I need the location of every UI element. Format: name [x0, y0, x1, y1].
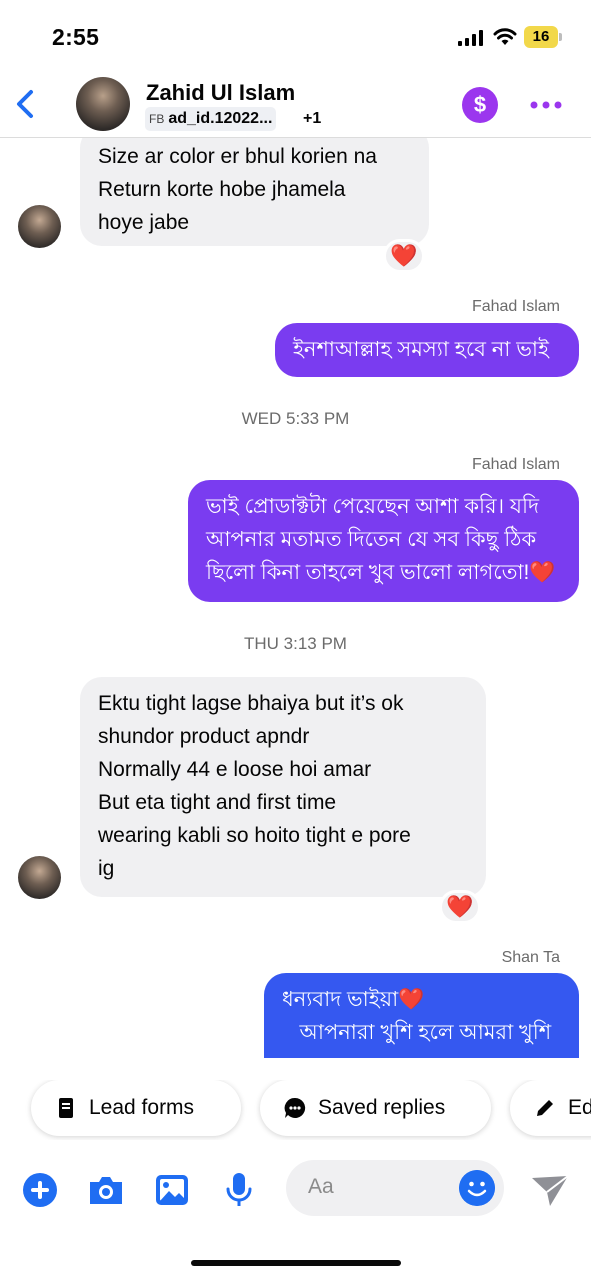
message-line: hoye jabe: [98, 211, 190, 234]
contact-avatar[interactable]: [76, 77, 130, 131]
message-line: Return korte hobe jhamela: [98, 178, 346, 201]
extra-participants-count[interactable]: +1: [303, 110, 321, 128]
timestamp-divider: WED 5:33 PM: [241, 409, 350, 428]
emoji-icon[interactable]: [459, 1170, 495, 1206]
saved-replies-button[interactable]: Saved replies: [260, 1080, 491, 1136]
form-icon: [59, 1098, 73, 1118]
payment-button[interactable]: $: [462, 87, 498, 123]
gallery-icon[interactable]: [152, 1170, 192, 1210]
message-line: ধন্যবাদ ভাইয়া❤️: [282, 988, 425, 1011]
outgoing-message[interactable]: ইনশাআল্লাহ সমস্যা হবে না ভাই: [275, 323, 579, 377]
sender-name: Fahad Islam: [471, 298, 560, 315]
sender-avatar[interactable]: [18, 205, 61, 248]
battery-level: 16: [532, 28, 550, 45]
microphone-icon[interactable]: [219, 1170, 259, 1210]
message-composer: Aa: [0, 1160, 591, 1220]
edit-button[interactable]: Ed: [510, 1080, 591, 1136]
status-time: 2:55: [52, 24, 100, 50]
battery-icon: 16: [524, 26, 562, 48]
chat-bubble-icon: [284, 1097, 306, 1118]
lead-forms-label: Lead forms: [89, 1096, 195, 1119]
more-options-icon[interactable]: [530, 101, 562, 109]
incoming-message[interactable]: Size ar color er bhul korien na Return k…: [80, 138, 429, 246]
sender-name: Shan Ta: [501, 949, 560, 966]
outgoing-message[interactable]: ভাই প্রোডাক্টটা পেয়েছেন আশা করি। যদি আপ…: [188, 480, 579, 602]
message-line: ছিলো কিনা তাহলে খুব ভালো লাগতো!❤️: [206, 561, 556, 584]
message-line: ig: [98, 857, 115, 880]
add-icon[interactable]: [20, 1170, 60, 1210]
conversation-header: Zahid Ul Islam FB ad_id.12022... +1 $: [0, 70, 591, 138]
message-input[interactable]: Aa: [286, 1160, 504, 1216]
saved-replies-label: Saved replies: [318, 1096, 446, 1119]
send-icon[interactable]: [530, 1172, 570, 1208]
timestamp-divider: THU 3:13 PM: [244, 634, 347, 653]
cellular-signal-icon: [458, 30, 483, 46]
reaction-badge[interactable]: ❤️: [383, 239, 425, 273]
wifi-icon: [493, 28, 517, 45]
contact-name[interactable]: Zahid Ul Islam: [146, 80, 295, 106]
sender-avatar[interactable]: [18, 856, 61, 899]
battery-tip: [559, 33, 562, 41]
ad-id-text: ad_id.12022...: [168, 110, 273, 127]
message-thread[interactable]: Size ar color er bhul korien na Return k…: [0, 138, 591, 1058]
status-bar: 2:55 16: [0, 0, 591, 70]
message-line: shundor product apndr: [98, 725, 310, 748]
message-line: Size ar color er bhul korien na: [98, 145, 377, 168]
lead-forms-button[interactable]: Lead forms: [31, 1080, 241, 1136]
reaction-badge[interactable]: ❤️: [439, 890, 481, 924]
edit-label: Ed: [568, 1096, 591, 1119]
quick-reply-bar: Lead forms Saved replies Ed: [0, 1080, 591, 1140]
back-button[interactable]: [10, 84, 40, 124]
ad-id-chip[interactable]: FB ad_id.12022...: [145, 107, 277, 131]
camera-icon[interactable]: [86, 1170, 126, 1210]
pencil-icon: [537, 1100, 553, 1116]
heart-reaction-icon: ❤️: [446, 894, 474, 919]
incoming-message[interactable]: Ektu tight lagse bhaiya but it’s ok shun…: [80, 677, 486, 897]
message-line: ভাই প্রোডাক্টটা পেয়েছেন আশা করি। যদি: [206, 495, 540, 518]
message-line: But eta tight and first time: [98, 791, 337, 814]
facebook-label: FB: [149, 112, 165, 126]
message-line: আপনার মতামত দিতেন যে সব কিছু ঠিক: [206, 528, 537, 551]
home-indicator[interactable]: [191, 1260, 401, 1266]
outgoing-message[interactable]: ধন্যবাদ ভাইয়া❤️ আপনারা খুশি হলে আমরা খু…: [264, 973, 579, 1058]
message-input-placeholder: Aa: [308, 1175, 334, 1198]
message-line: Ektu tight lagse bhaiya but it’s ok: [98, 692, 404, 715]
message-line: wearing kabli so hoito tight e pore: [98, 824, 411, 847]
message-line: ইনশাআল্লাহ সমস্যা হবে না ভাই: [293, 338, 549, 361]
message-line: Normally 44 e loose hoi amar: [98, 758, 372, 781]
sender-name: Fahad Islam: [471, 456, 560, 473]
heart-reaction-icon: ❤️: [390, 243, 418, 268]
message-line: আপনারা খুশি হলে আমরা খুশি: [282, 1021, 552, 1044]
